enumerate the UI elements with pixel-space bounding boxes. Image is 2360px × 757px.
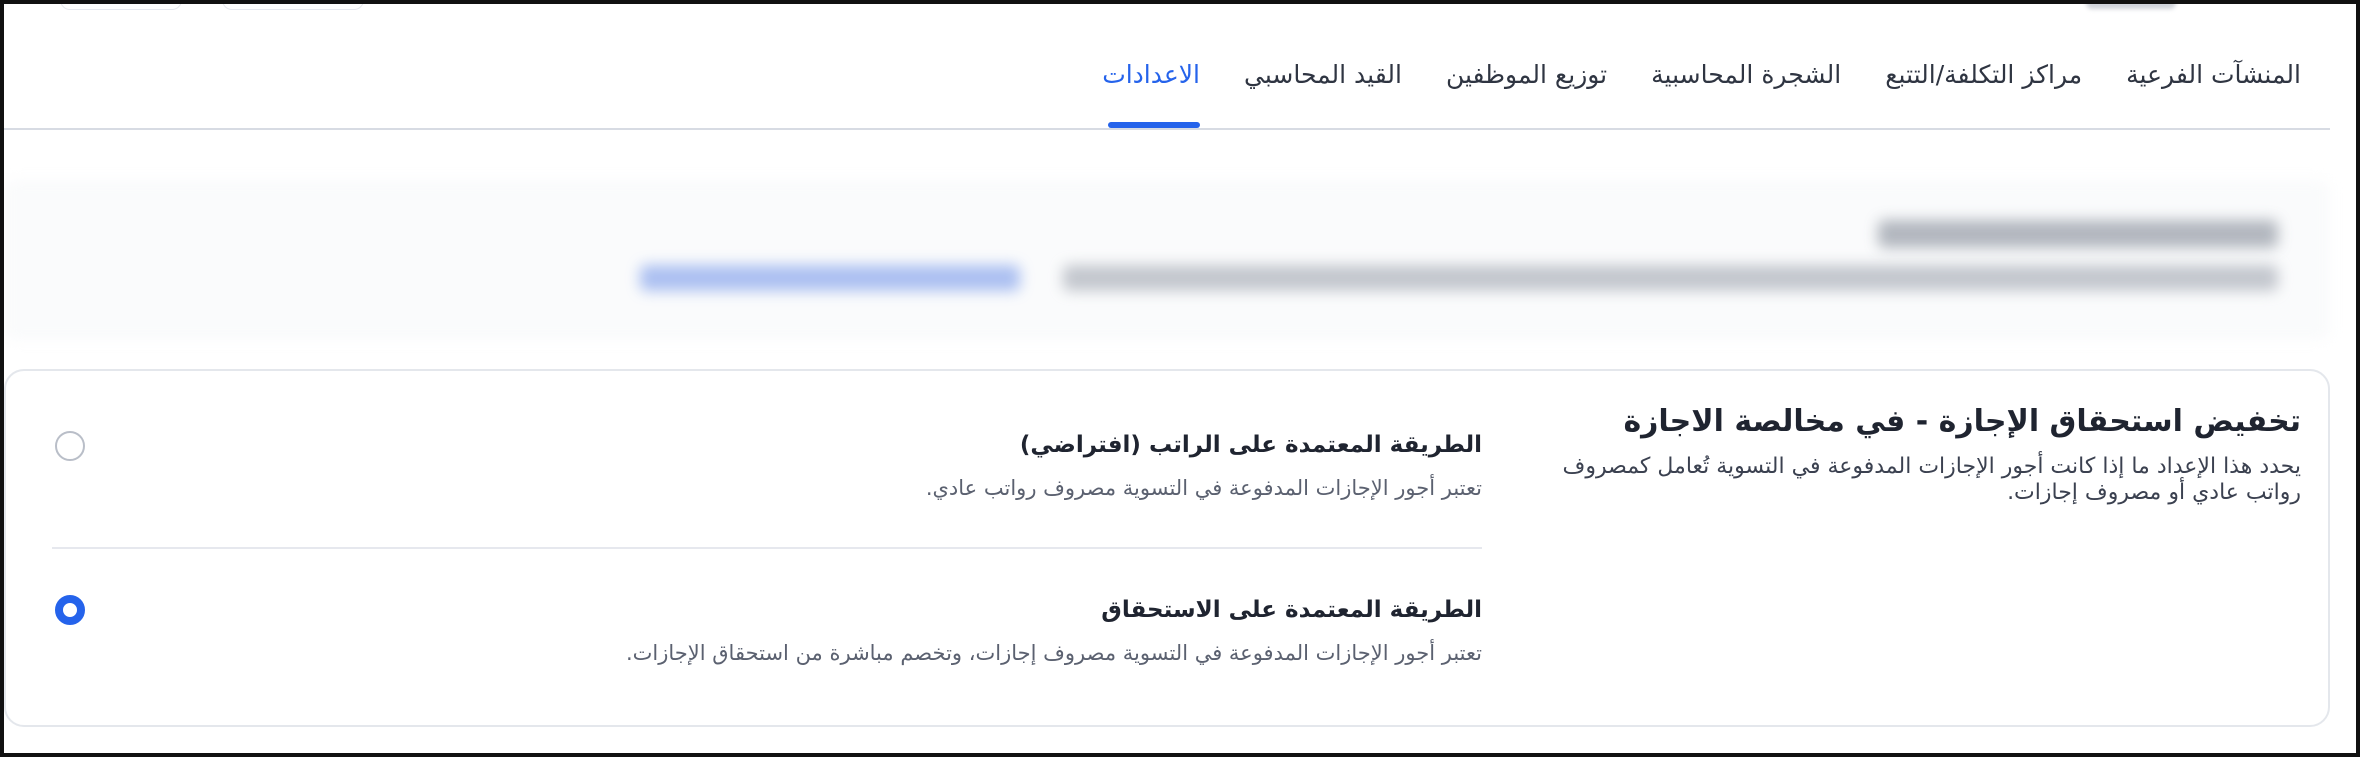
option-accrual-based[interactable]: الطريقة المعتمدة على الاستحقاق تعتبر أجو… (52, 593, 1482, 669)
top-blurred-text (2086, 0, 2176, 9)
tab-settings[interactable]: الاعدادات (1102, 52, 1200, 128)
radio-salary-based[interactable] (55, 431, 85, 461)
blurred-heading (1878, 220, 2278, 248)
option-description: تعتبر أجور الإجازات المدفوعة في التسوية … (625, 641, 1482, 665)
setting-description: يحدد هذا الإعداد ما إذا كانت أجور الإجاز… (1562, 454, 2301, 505)
top-control-stub (222, 0, 364, 10)
radio-accrual-based[interactable] (55, 595, 85, 625)
blurred-text-line (1063, 265, 2278, 291)
tab-journal-entry[interactable]: القيد المحاسبي (1244, 52, 1402, 89)
option-title: الطريقة المعتمدة على الراتب (افتراضي) (1019, 432, 1482, 458)
setting-header: تخفيض استحقاق الإجازة - في مخالصة الاجاز… (1541, 400, 2301, 506)
blurred-info-panel (4, 180, 2330, 340)
option-description: تعتبر أجور الإجازات المدفوعة في التسوية … (925, 476, 1482, 500)
tab-chart-of-accounts[interactable]: الشجرة المحاسبية (1651, 52, 1841, 89)
tab-cost-centers[interactable]: مراكز التكلفة/التتبع (1885, 52, 2082, 89)
tab-employee-distribution[interactable]: توزيع الموظفين (1446, 52, 1607, 89)
tabs-divider (4, 128, 2330, 130)
tab-sub-entities[interactable]: المنشآت الفرعية (2126, 52, 2301, 89)
blurred-link (640, 265, 1020, 291)
setting-title: تخفيض استحقاق الإجازة - في مخالصة الاجاز… (1623, 404, 2301, 439)
option-title: الطريقة المعتمدة على الاستحقاق (1101, 597, 1482, 623)
option-salary-based[interactable]: الطريقة المعتمدة على الراتب (افتراضي) تع… (52, 428, 1482, 504)
top-control-stub (60, 0, 182, 10)
tab-bar: الاعدادات القيد المحاسبي توزيع الموظفين … (1102, 52, 2301, 132)
option-divider (52, 547, 1482, 549)
